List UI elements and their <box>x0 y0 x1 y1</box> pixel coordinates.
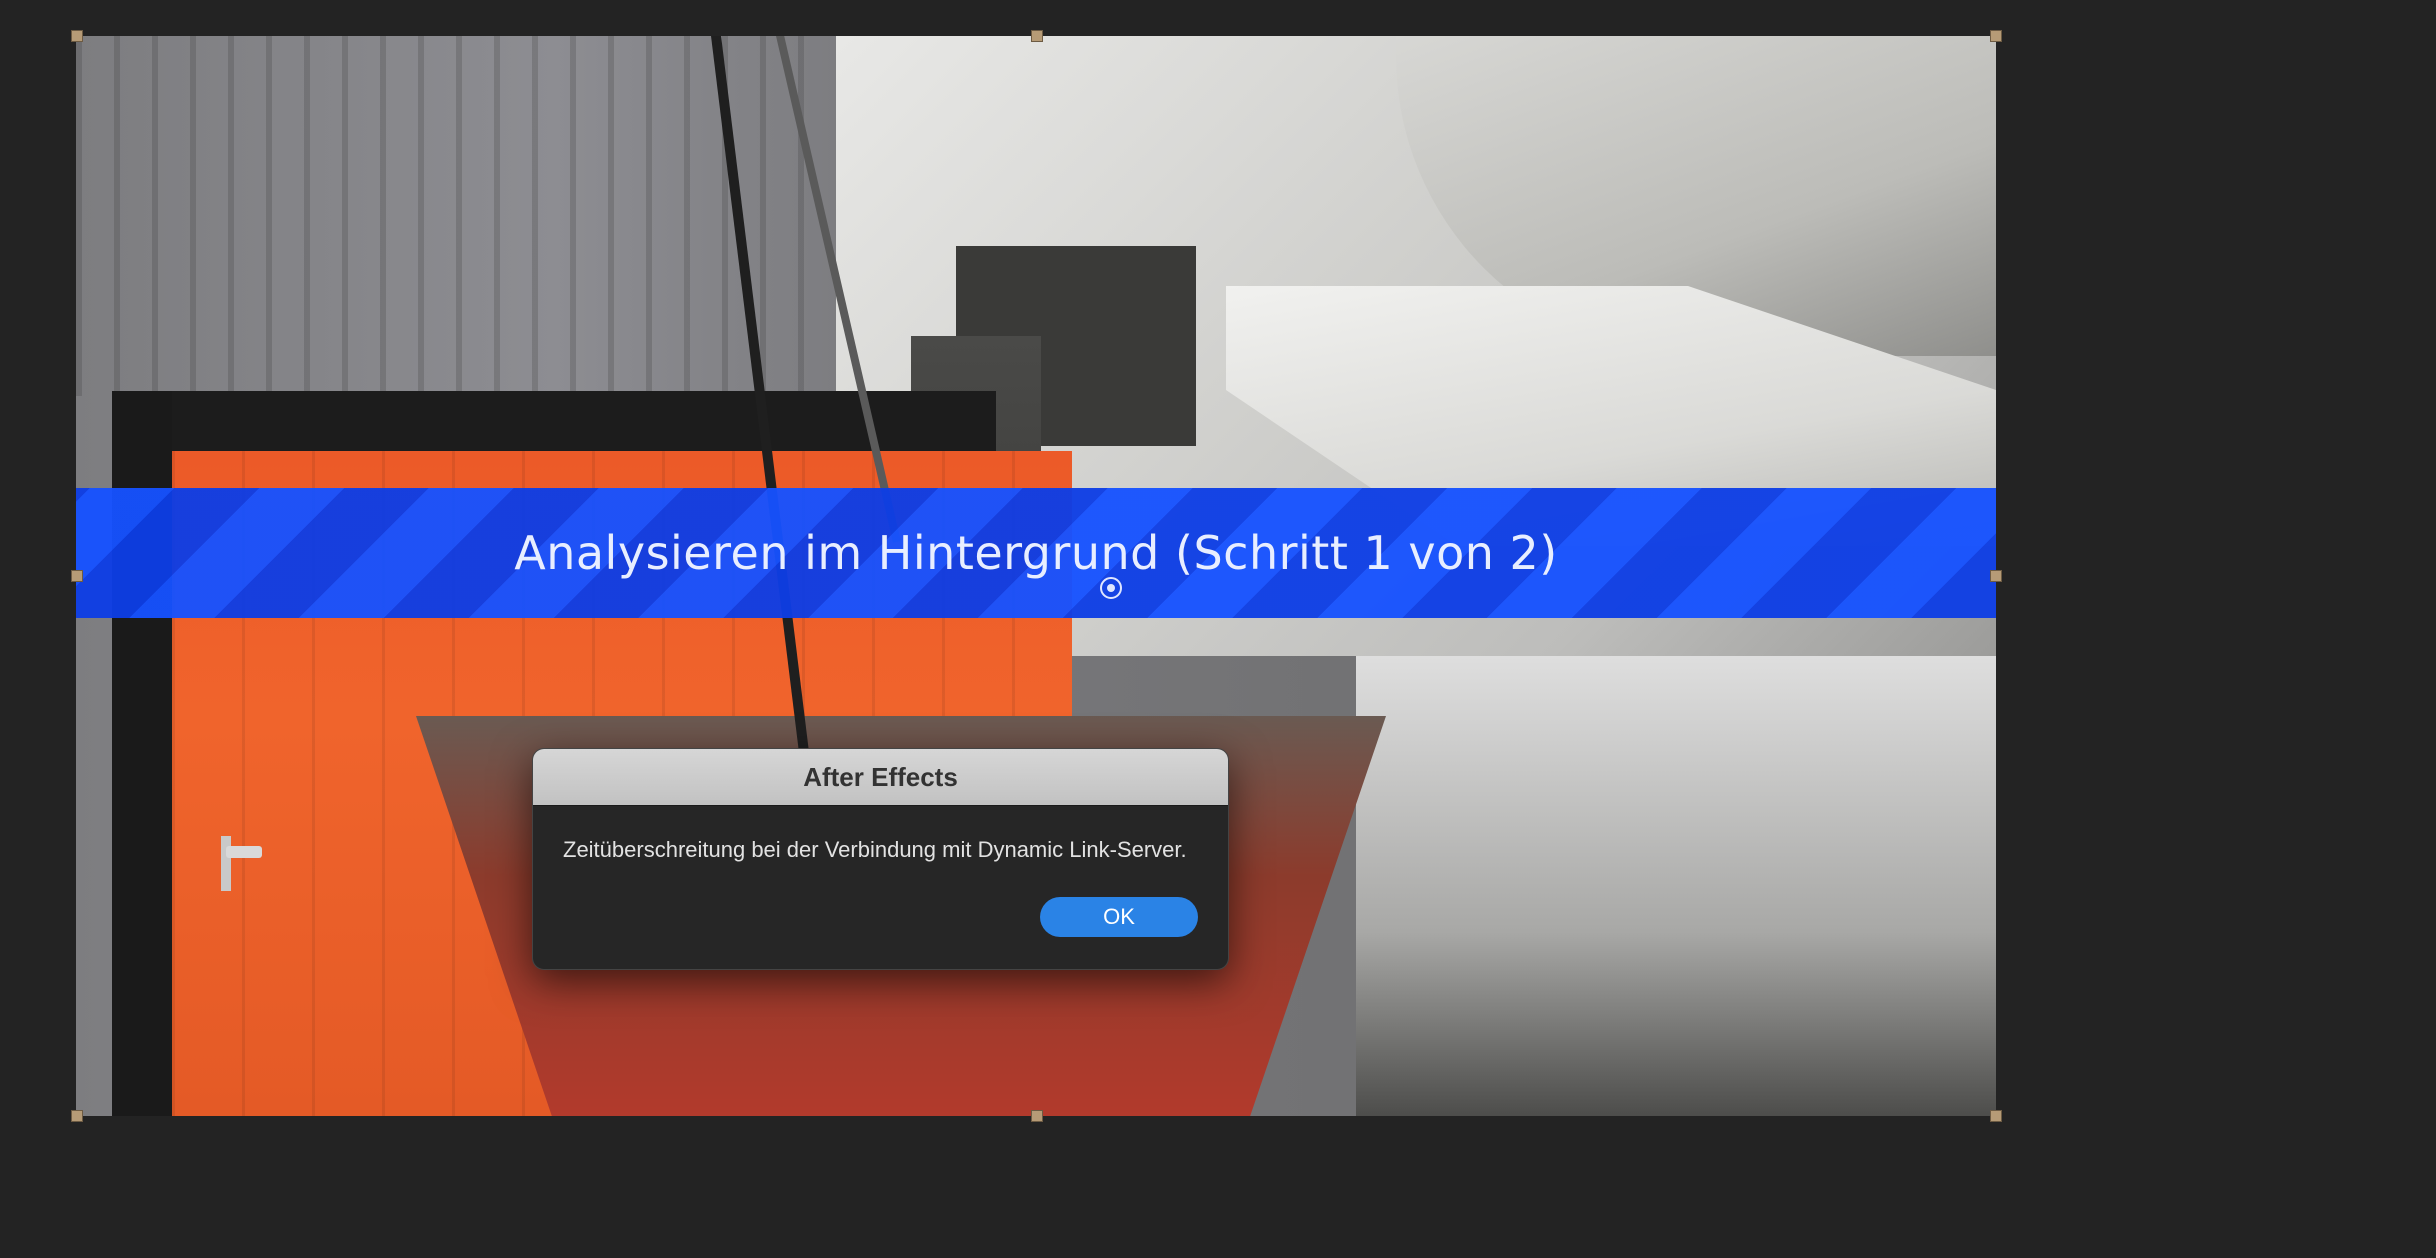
door-handle <box>226 846 262 858</box>
analysis-banner: Analysieren im Hintergrund (Schritt 1 vo… <box>76 488 1996 618</box>
dialog-message: Zeitüberschreitung bei der Verbindung mi… <box>563 837 1187 862</box>
transform-handle-bottom-left[interactable] <box>71 1110 83 1122</box>
alert-dialog: After Effects Zeitüberschreitung bei der… <box>532 748 1229 970</box>
door-handle-base <box>221 836 231 891</box>
transform-handle-left[interactable] <box>71 570 83 582</box>
transform-handle-top[interactable] <box>1031 30 1043 42</box>
transform-handle-bottom[interactable] <box>1031 1110 1043 1122</box>
analysis-banner-text: Analysieren im Hintergrund (Schritt 1 vo… <box>514 526 1558 580</box>
transform-handle-top-right[interactable] <box>1990 30 2002 42</box>
wall-texture <box>76 36 936 396</box>
anchor-point-icon[interactable] <box>1100 577 1122 599</box>
transform-handle-right[interactable] <box>1990 570 2002 582</box>
dialog-title: After Effects <box>533 749 1228 806</box>
transform-handle-bottom-right[interactable] <box>1990 1110 2002 1122</box>
transform-handle-top-left[interactable] <box>71 30 83 42</box>
truck-frame <box>1356 656 1996 1116</box>
ok-button[interactable]: OK <box>1040 897 1198 937</box>
